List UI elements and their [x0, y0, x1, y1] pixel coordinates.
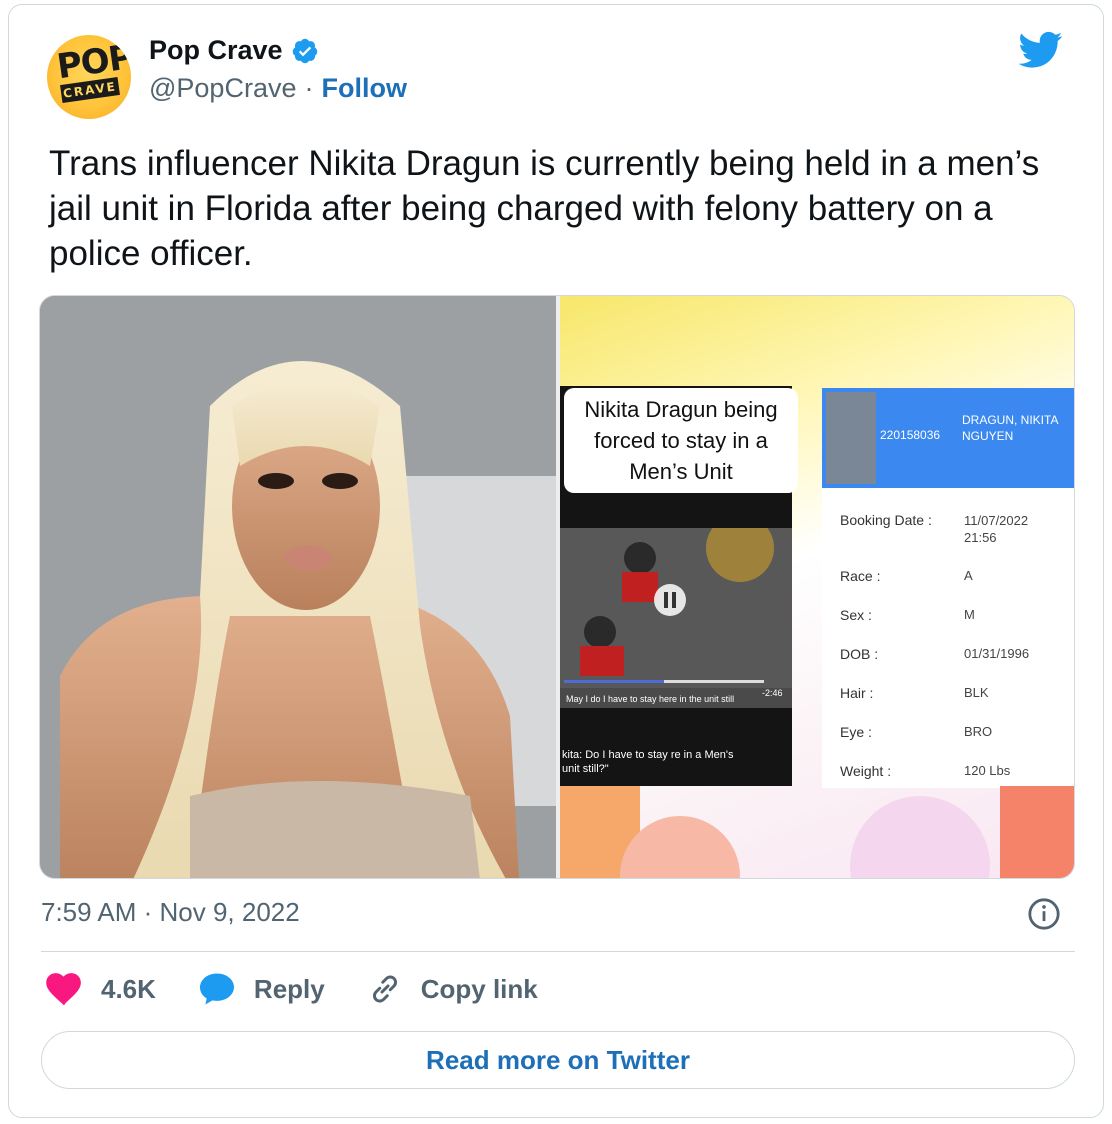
video-caption-2: kita: Do I have to stay re in a Men's un… — [562, 749, 734, 775]
author-handle-row: @PopCrave · Follow — [149, 73, 407, 104]
mugshot-photo — [826, 392, 876, 484]
booking-id: 220158036 — [880, 428, 941, 442]
field-value-hair: BLK — [964, 685, 989, 700]
media-photo-right[interactable]: Nikita Dragun being forced to stay in a … — [560, 296, 1074, 878]
field-value-booking-date: 11/07/2022 21:56 — [964, 513, 1029, 545]
media-grid[interactable]: Nikita Dragun being forced to stay in a … — [39, 295, 1075, 879]
booking-record: 220158036 DRAGUN, NIKITA NGUYEN Booking … — [822, 388, 1074, 788]
media-photo-left[interactable] — [40, 296, 556, 878]
follow-link[interactable]: Follow — [321, 73, 406, 104]
twitter-bird-icon[interactable] — [1019, 31, 1063, 69]
tweet-card: POP CRAVE Pop Crave @PopCrave · Follow T… — [8, 4, 1104, 1118]
decorative-shapes — [560, 786, 1074, 878]
booking-name: DRAGUN, NIKITA NGUYEN — [962, 413, 1058, 443]
reply-bubble-icon — [199, 973, 234, 1005]
field-label-hair: Hair : — [840, 685, 874, 701]
field-value-dob: 01/31/1996 — [964, 646, 1030, 661]
like-count: 4.6K — [101, 973, 156, 1004]
field-value-sex: M — [964, 607, 975, 622]
tweet-text: Trans influencer Nikita Dragun is curren… — [49, 144, 1040, 273]
action-bar: 4.6K Reply Copy link — [45, 971, 580, 1007]
field-label-eye: Eye : — [840, 724, 872, 740]
video-screen[interactable] — [560, 514, 792, 708]
copy-link-button[interactable]: Copy link — [367, 971, 538, 1007]
booking-header: 220158036 DRAGUN, NIKITA NGUYEN — [822, 388, 1074, 488]
reply-button[interactable]: Reply — [198, 972, 325, 1006]
info-icon[interactable] — [1027, 897, 1061, 931]
video-overlay-title: Nikita Dragun being forced to stay in a … — [564, 388, 798, 493]
like-button[interactable]: 4.6K — [45, 972, 156, 1006]
read-more-button[interactable]: Read more on Twitter — [41, 1031, 1075, 1089]
field-label-booking-date: Booking Date : — [840, 512, 932, 528]
field-label-sex: Sex : — [840, 607, 872, 623]
field-label-dob: DOB : — [840, 646, 879, 662]
portrait-illustration — [40, 296, 556, 878]
link-icon — [372, 975, 397, 1003]
video-frame — [560, 514, 792, 688]
field-value-race: A — [964, 568, 973, 583]
field-value-weight: 120 Lbs — [964, 763, 1011, 778]
author-handle[interactable]: @PopCrave — [149, 73, 296, 104]
author-name-row: Pop Crave — [149, 35, 319, 66]
copy-link-label: Copy link — [420, 973, 538, 1004]
tweet-timestamp[interactable]: 7:59 AM · Nov 9, 2022 — [41, 897, 300, 928]
video-duration: -2:46 — [762, 688, 783, 698]
divider — [41, 951, 1075, 952]
separator-dot: · — [304, 73, 314, 103]
field-value-eye: BRO — [964, 724, 993, 739]
heart-icon — [46, 973, 81, 1006]
video-caption-1: May I do I have to stay here in the unit… — [566, 694, 735, 704]
field-label-race: Race : — [840, 568, 881, 584]
reply-label: Reply — [253, 973, 325, 1004]
avatar[interactable]: POP CRAVE — [47, 35, 131, 119]
author-display-name[interactable]: Pop Crave — [149, 35, 283, 66]
verified-badge-icon — [292, 38, 317, 63]
field-label-weight: Weight : — [840, 763, 892, 779]
